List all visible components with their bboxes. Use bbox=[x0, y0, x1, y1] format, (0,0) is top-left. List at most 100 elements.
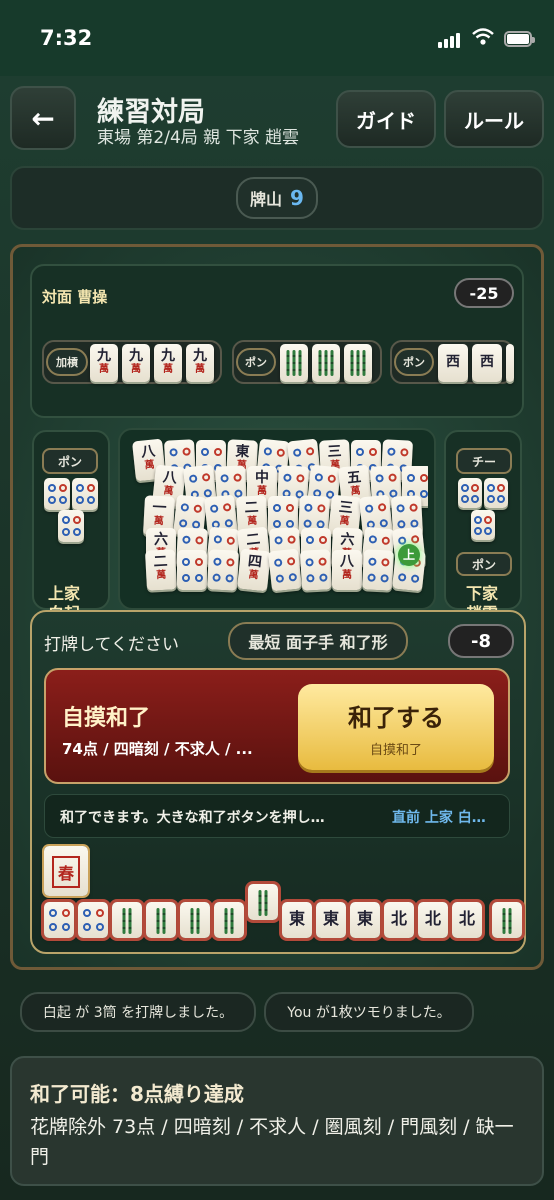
hand-tile[interactable] bbox=[492, 902, 522, 938]
hand-tile[interactable]: 北 bbox=[384, 902, 414, 938]
pond-tile: 二萬 bbox=[144, 549, 178, 591]
meld-type-kakan: 加槓 bbox=[46, 348, 88, 376]
hand-tile[interactable] bbox=[112, 902, 142, 938]
tile-9-man: 九萬 bbox=[154, 344, 182, 382]
pond-tile-kanji: 一 bbox=[152, 499, 167, 517]
pond-tile-suit: 萬 bbox=[247, 569, 259, 582]
left-player-name2: 白起 bbox=[48, 600, 80, 610]
hand-tile-kanji: 北 bbox=[424, 909, 441, 928]
tile-kanji: 九 bbox=[161, 348, 175, 364]
pond-tile-kanji: 六 bbox=[154, 532, 168, 548]
flower-tile: 春 bbox=[44, 846, 88, 896]
hand-tile[interactable] bbox=[146, 902, 176, 938]
rules-button[interactable]: ルール bbox=[444, 90, 544, 148]
wall-count-badge: 牌山 9 bbox=[236, 177, 318, 219]
win-button-sub: 自摸和了 bbox=[369, 743, 422, 758]
pond-tile-kanji: 中 bbox=[255, 470, 269, 486]
tile-suit: 萬 bbox=[163, 364, 173, 375]
tile-9-man: 九萬 bbox=[122, 344, 150, 382]
tile-pin bbox=[72, 478, 98, 510]
pond-tile bbox=[361, 549, 395, 591]
round-info: 東場 第2/4局 親 下家 趙雲 bbox=[97, 128, 299, 148]
hand-tile-kanji: 東 bbox=[288, 909, 305, 928]
flower-tile-kanji: 春 bbox=[51, 856, 80, 888]
pond-tile bbox=[299, 549, 333, 591]
back-button[interactable]: ← bbox=[10, 86, 76, 150]
wifi-icon bbox=[472, 28, 494, 45]
tile-kanji: 九 bbox=[97, 348, 111, 364]
hand-tile[interactable]: 東 bbox=[316, 902, 346, 938]
right-player-name2: 趙雲 bbox=[466, 600, 498, 610]
hand-tile[interactable] bbox=[180, 902, 210, 938]
pond-tile-kanji: 八 bbox=[340, 554, 354, 570]
right-meld-type: チー bbox=[456, 448, 512, 474]
opponent-top-score: -25 bbox=[454, 278, 514, 308]
tile-9-man: 九萬 bbox=[186, 344, 214, 382]
pond-tile-kanji: 二 bbox=[153, 553, 168, 571]
log-entry-2: You が1枚ツモりました。 bbox=[264, 992, 474, 1032]
result-detail: 花牌除外 73点 / 四暗刻 / 不求人 / 圏風刻 / 門風刻 / 缺一門 bbox=[30, 1116, 514, 1168]
hand-tile[interactable] bbox=[248, 884, 278, 920]
pond-tile-suit: 萬 bbox=[156, 569, 167, 582]
tile-9-man: 九萬 bbox=[90, 344, 118, 382]
tile-kanji: 西 bbox=[480, 354, 494, 370]
meld-type-pon: ポン bbox=[394, 348, 434, 376]
tile-kanji: 九 bbox=[129, 348, 143, 364]
tile-sou bbox=[344, 344, 372, 382]
pond-tile: 四萬 bbox=[236, 548, 272, 592]
last-discard-marker: 上 bbox=[398, 544, 420, 566]
tile-sou bbox=[312, 344, 340, 382]
tile-pin bbox=[471, 510, 495, 540]
hand-tile-kanji: 東 bbox=[356, 909, 373, 928]
pond-tile-kanji: 二 bbox=[244, 499, 259, 517]
hand-tile[interactable]: 北 bbox=[452, 902, 482, 938]
wall-label: 牌山 bbox=[250, 190, 283, 209]
win-button-label: 和了する bbox=[348, 704, 444, 732]
tile-suit: 萬 bbox=[99, 364, 109, 375]
pond-tile-suit: 萬 bbox=[153, 515, 164, 528]
player-score: -8 bbox=[448, 624, 514, 658]
status-bar: 7:32 bbox=[0, 0, 554, 76]
right-meld-type2: ポン bbox=[456, 552, 512, 576]
pond-tile-kanji: 東 bbox=[235, 443, 250, 461]
hand-tile[interactable]: 東 bbox=[282, 902, 312, 938]
pond-tile bbox=[267, 548, 303, 592]
win-detail: 74点 / 四暗刻 / 不求人 / ... bbox=[62, 740, 253, 758]
hand-tile[interactable] bbox=[214, 902, 244, 938]
hint-badge: 最短 面子手 和了形 bbox=[228, 622, 408, 660]
guide-button[interactable]: ガイド bbox=[336, 90, 436, 148]
tile-sou bbox=[280, 344, 308, 382]
hand-tile[interactable] bbox=[44, 902, 74, 938]
action-prompt: 打牌してください bbox=[44, 635, 179, 655]
hand-tile-kanji: 北 bbox=[390, 909, 407, 928]
hand-tile[interactable]: 北 bbox=[418, 902, 448, 938]
battery-icon bbox=[504, 31, 535, 47]
tile-west bbox=[506, 344, 514, 382]
tile-kanji: 西 bbox=[446, 354, 460, 370]
tile-suit: 萬 bbox=[195, 364, 205, 375]
win-button[interactable]: 和了する 自摸和了 bbox=[298, 684, 494, 770]
hand-tile[interactable]: 東 bbox=[350, 902, 380, 938]
opponent-top-name: 対面 曹操 bbox=[42, 288, 108, 306]
tile-west: 西 bbox=[472, 344, 502, 382]
pond-tile-kanji: 六 bbox=[340, 531, 355, 549]
last-action: 直前 上家 白… bbox=[392, 810, 486, 826]
pond-tile bbox=[177, 550, 207, 590]
result-title: 和了可能：8点縛り達成 bbox=[30, 1082, 244, 1106]
hand-tile-kanji: 北 bbox=[458, 909, 475, 928]
pond-tile-kanji: 三 bbox=[327, 443, 342, 461]
pond-tile bbox=[206, 549, 240, 591]
log-entry-1: 白起 が 3筒 を打牌しました。 bbox=[20, 992, 256, 1032]
pond-tile: 八萬 bbox=[332, 550, 362, 590]
discard-pond-tiles: 八萬東萬三萬八萬中萬五萬一萬二萬三萬六萬二萬六萬二萬四萬八萬 bbox=[126, 436, 428, 606]
meld-type-pon: ポン bbox=[236, 348, 276, 376]
status-time: 7:32 bbox=[40, 26, 93, 50]
hand-tile[interactable] bbox=[78, 902, 108, 938]
tile-pin bbox=[58, 510, 84, 542]
win-type: 自摸和了 bbox=[62, 706, 151, 731]
hand-tile-kanji: 東 bbox=[322, 909, 339, 928]
left-meld-type: ポン bbox=[42, 448, 98, 474]
wall-count: 9 bbox=[290, 186, 304, 210]
tile-kanji: 九 bbox=[193, 348, 207, 364]
tile-pin bbox=[484, 478, 508, 508]
